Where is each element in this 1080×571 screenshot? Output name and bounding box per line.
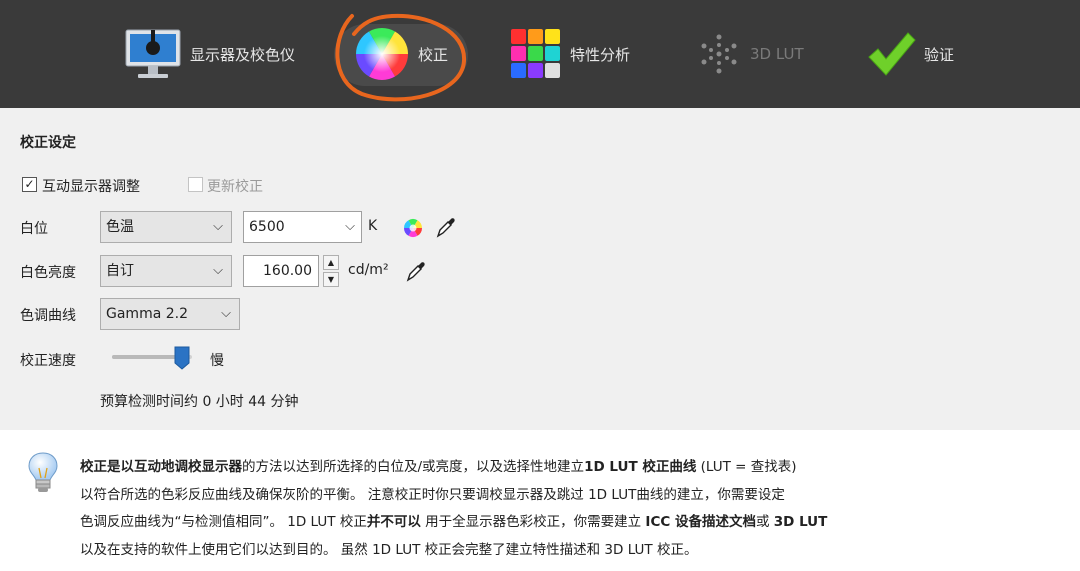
info-emphasis: 1D LUT 校正曲线 — [584, 459, 697, 475]
slider-thumb[interactable] — [174, 346, 190, 370]
calibration-settings-panel: 校正设定 ✓ 互动显示器调整 更新校正 白位 色温 ⌵ 6500 ⌵ K 白色亮… — [0, 108, 1080, 430]
white-luminance-unit: cd/m² — [348, 262, 389, 278]
white-luminance-mode-select[interactable]: 自订 ⌵ — [100, 255, 232, 287]
info-panel: 校正是以互动地调校显示器的方法以达到所选择的白位及/或亮度，以及选择性地建立1D… — [0, 430, 1080, 571]
whitepoint-label: 白位 — [20, 221, 48, 237]
info-text-run: 用于全显示器色彩校正，你需要建立 — [420, 514, 646, 530]
white-luminance-label: 白色亮度 — [20, 265, 76, 281]
info-line-2: 以符合所选的色彩反应曲线及确保灰阶的平衡。 注意校正时你只要调校显示器及跳过 1… — [80, 486, 785, 503]
tab-label: 显示器及校色仪 — [190, 45, 296, 64]
select-value: 色温 — [106, 219, 134, 235]
tab-profiling[interactable]: 特性分析 — [510, 0, 630, 108]
info-emphasis: 并不可以 — [366, 514, 421, 530]
tab-label: 验证 — [924, 45, 955, 64]
speed-value-label: 慢 — [210, 353, 224, 369]
section-title: 校正设定 — [20, 135, 76, 151]
tone-curve-label: 色调曲线 — [20, 308, 76, 324]
chevron-down-icon: ⌵ — [213, 263, 223, 278]
whitepoint-value-combo[interactable]: 6500 ⌵ — [243, 211, 362, 243]
whitepoint-unit: K — [368, 218, 378, 234]
white-luminance-input[interactable]: 160.00 — [243, 255, 319, 287]
update-calibration-checkbox[interactable] — [188, 177, 203, 192]
eyedropper-icon[interactable] — [436, 216, 456, 238]
lightbulb-icon — [28, 452, 58, 492]
select-value: 自订 — [106, 263, 134, 279]
tab-label: 特性分析 — [570, 45, 631, 64]
combo-value: 6500 — [249, 219, 285, 235]
whitepoint-mode-select[interactable]: 色温 ⌵ — [100, 211, 232, 243]
color-wheel-icon[interactable] — [403, 218, 423, 238]
eyedropper-icon[interactable] — [406, 260, 426, 282]
info-line-3: 色调反应曲线为“与检测值相同”。 1D LUT 校正并不可以 用于全显示器色彩校… — [80, 509, 1060, 537]
tab-label: 3D LUT — [750, 45, 804, 63]
time-estimate: 预算检测时间约 0 小时 44 分钟 — [100, 394, 299, 410]
info-emphasis: ICC 设备描述文档 — [645, 514, 756, 530]
chevron-down-icon: ⌵ — [221, 306, 231, 321]
info-text-run: 或 — [755, 514, 774, 530]
info-line-1: 校正是以互动地调校显示器的方法以达到所选择的白位及/或亮度，以及选择性地建立1D… — [80, 454, 1060, 482]
info-text-run: 色调反应曲线为“与检测值相同”。 1D LUT 校正 — [80, 514, 367, 530]
chevron-down-icon: ⌵ — [345, 219, 355, 234]
top-toolbar: 显示器及校色仪 校正 特性分析 3D LUT 验证 — [0, 0, 1080, 108]
tab-verification[interactable]: 验证 — [866, 0, 954, 108]
interactive-adjust-checkbox[interactable]: ✓ — [22, 177, 37, 192]
tab-3d-lut[interactable]: 3D LUT — [696, 0, 804, 108]
tab-display-instrument[interactable]: 显示器及校色仪 — [124, 0, 295, 108]
tone-curve-select[interactable]: Gamma 2.2 ⌵ — [100, 298, 240, 330]
spin-up-button[interactable]: ▲ — [323, 255, 339, 270]
info-text: 校正是以互动地调校显示器的方法以达到所选择的白位及/或亮度，以及选择性地建立1D… — [80, 454, 1060, 564]
checkmark-icon — [868, 32, 916, 76]
white-luminance-spinner[interactable]: ▲ ▼ — [323, 255, 339, 287]
interactive-adjust-label: 互动显示器调整 — [42, 179, 140, 195]
input-value: 160.00 — [263, 263, 312, 279]
monitor-icon — [125, 29, 181, 78]
info-emphasis: 互动地调校显示器 — [134, 459, 242, 475]
info-emphasis: 校正是以 — [80, 459, 134, 475]
color-grid-icon — [511, 29, 560, 78]
chevron-down-icon: ⌵ — [213, 219, 223, 234]
info-line-4: 以及在支持的软件上使用它们以达到目的。 虽然 1D LUT 校正会完整了建立特性… — [80, 541, 698, 558]
select-value: Gamma 2.2 — [106, 306, 188, 322]
info-text-run: (LUT = 查找表) — [696, 459, 797, 475]
info-text-run: 的方法以达到所选择的白位及/或亮度，以及选择性地建立 — [242, 459, 585, 475]
3d-lut-icon — [701, 34, 737, 74]
spin-down-button[interactable]: ▼ — [323, 272, 339, 287]
calibration-speed-label: 校正速度 — [20, 353, 76, 369]
info-emphasis: 3D LUT — [773, 514, 828, 530]
orange-annotation-ring — [335, 13, 467, 102]
update-calibration-label: 更新校正 — [207, 179, 263, 195]
